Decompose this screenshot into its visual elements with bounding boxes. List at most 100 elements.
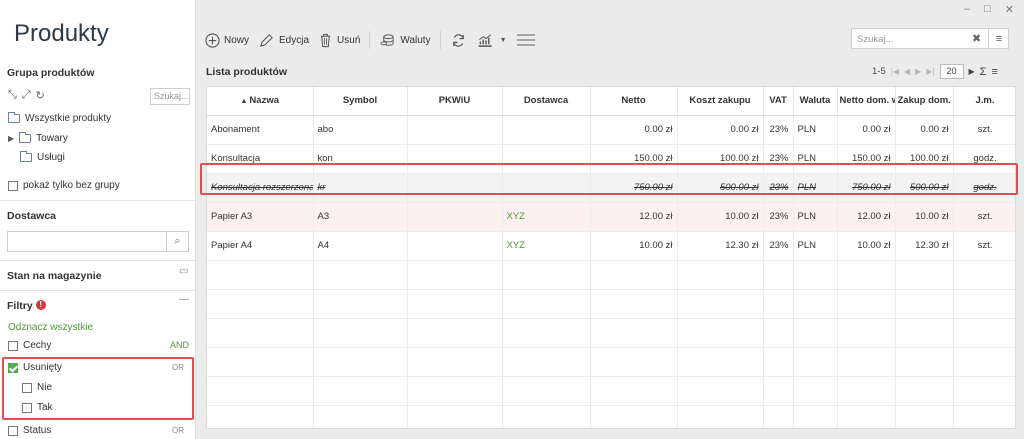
filter-status[interactable]: Status [8, 425, 51, 436]
supplier-input[interactable]: ⌕ [7, 231, 189, 252]
column-header-symbol[interactable]: Symbol [313, 87, 408, 116]
column-header-name[interactable]: ▲ Nazwa [207, 87, 314, 116]
column-header-supplier[interactable]: Dostawca [502, 87, 591, 116]
cell-net: 12.00 zł [590, 202, 678, 232]
search-input[interactable]: Szukaj... ✖ ≡ [851, 28, 1009, 49]
column-header-unit[interactable]: J.m. [953, 87, 1015, 116]
minimize-icon[interactable]: – [964, 3, 970, 16]
filter-checkbox[interactable] [8, 340, 18, 351]
sum-icon[interactable]: Σ [980, 66, 987, 78]
column-header-net-dom[interactable]: Netto dom. w [837, 87, 896, 116]
trash-icon [320, 33, 331, 48]
maximize-icon[interactable]: □ [984, 3, 991, 16]
filter-op[interactable]: OR [172, 363, 184, 372]
first-page-icon[interactable]: |◀ [891, 67, 899, 76]
filter-checkbox[interactable] [22, 382, 32, 393]
prev-page-icon[interactable]: ◀ [904, 67, 910, 76]
columns-menu-icon[interactable]: ≡ [991, 66, 997, 78]
ungrouped-checkbox[interactable] [8, 180, 18, 191]
tree-item-services[interactable]: Usługi [20, 151, 65, 163]
cell-unit: szt. [953, 231, 1015, 261]
filter-usuniety[interactable]: Usunięty [8, 362, 62, 373]
table-row[interactable]: Papier A4 A4 XYZ 10.00 zł 12.30 zł 23% P… [207, 231, 1015, 261]
tree-item-all[interactable]: Wszystkie produkty [8, 112, 111, 124]
cell-net-dom: 0.00 zł [837, 115, 896, 145]
column-header-cost-dom[interactable]: Zakup dom. w [895, 87, 954, 116]
ungrouped-checkbox-row[interactable]: pokaż tylko bez grupy [8, 180, 120, 191]
filter-tak[interactable]: Tak [22, 402, 53, 413]
cell-vat: 23% [763, 144, 794, 174]
hamburger-icon [516, 34, 535, 46]
panel-icon[interactable]: ▭ [179, 266, 188, 277]
filter-checkbox[interactable] [8, 425, 18, 436]
empty-row [207, 347, 1015, 377]
tree-item-label: Towary [36, 133, 68, 144]
column-header-net[interactable]: Netto [590, 87, 678, 116]
next-icon[interactable]: ▶ [969, 67, 975, 76]
cell-name: Konsultacja [207, 144, 314, 174]
filter-op[interactable]: AND [170, 340, 189, 350]
refresh-button[interactable] [450, 33, 467, 48]
collapse-all-icon[interactable]: ⤢ [22, 89, 31, 102]
cell-symbol: abo [313, 115, 408, 145]
chart-button[interactable]: ▼ [476, 33, 507, 48]
caret-right-icon[interactable]: ▶ [8, 134, 14, 143]
column-header-currency[interactable]: Waluta [793, 87, 838, 116]
tree-item-goods[interactable]: ▶ Towary [8, 132, 68, 144]
uncheck-all-link[interactable]: Odznacz wszystkie [8, 322, 93, 333]
filter-op[interactable]: OR [172, 426, 184, 435]
cell-pkwiu [407, 202, 503, 232]
cell-cost-dom: 10.00 zł [895, 202, 954, 232]
menu-button[interactable] [516, 33, 536, 47]
cell-net-dom: 10.00 zł [837, 231, 896, 261]
currencies-button[interactable]: Waluty [379, 33, 431, 48]
refresh-icon[interactable]: ↻ [36, 89, 45, 102]
filter-checkbox[interactable] [22, 402, 32, 413]
cell-cost-dom: 100.00 zł [895, 144, 954, 174]
currencies-label: Waluty [400, 34, 431, 46]
tree-item-label: Usługi [37, 152, 65, 163]
folder-icon [20, 151, 32, 162]
collapse-icon[interactable]: — [179, 294, 189, 305]
cell-cost: 500.00 zł [677, 173, 764, 203]
expand-all-icon[interactable]: ⤡ [8, 89, 17, 102]
clear-icon[interactable]: ✖ [972, 32, 981, 45]
dropdown-caret-icon[interactable]: ▼ [500, 37, 507, 44]
cell-supplier: XYZ [502, 202, 591, 232]
cell-symbol: A3 [313, 202, 408, 232]
search-menu-icon[interactable]: ≡ [988, 29, 1009, 48]
close-icon[interactable]: ✕ [1005, 3, 1014, 16]
empty-row [207, 260, 1015, 290]
cell-name: Papier A4 [207, 231, 314, 261]
table-row-deleted[interactable]: Konsultacja rozszerzona kr 750.00 zł 500… [207, 173, 1015, 203]
edit-label: Edycja [279, 34, 310, 46]
toolbar-separator [439, 31, 441, 49]
cell-currency: PLN [793, 231, 838, 261]
filter-nie[interactable]: Nie [22, 382, 52, 393]
chart-icon [478, 34, 492, 47]
new-button[interactable]: Nowy [205, 32, 249, 48]
sidebar: Produkty Grupa produktów ⤡ ⤢ ↻ Szukaj...… [0, 0, 196, 439]
filter-cechy[interactable]: Cechy [8, 340, 51, 351]
tree-search-input[interactable]: Szukaj... [150, 88, 190, 105]
cell-cost-dom: 500.00 zł [895, 173, 954, 203]
delete-button[interactable]: Usuń [318, 32, 360, 48]
filter-checkbox-checked[interactable] [8, 362, 18, 373]
window-controls: – □ ✕ [964, 3, 1014, 16]
next-page-icon[interactable]: ▶ [915, 67, 921, 76]
column-header-vat[interactable]: VAT [763, 87, 794, 116]
pager: 1-5 |◀ ◀ ▶ ▶| 20 ▶ Σ ≡ [872, 64, 998, 79]
table-row[interactable]: Konsultacja kon 150.00 zł 100.00 zł 23% … [207, 144, 1015, 174]
toolbar: Nowy Edycja Usuń Waluty ▼ [205, 27, 536, 53]
filter-label: Tak [37, 402, 53, 413]
search-icon[interactable]: ⌕ [166, 232, 188, 251]
column-header-cost[interactable]: Koszt zakupu [677, 87, 764, 116]
table-row[interactable]: Papier A3 A3 XYZ 12.00 zł 10.00 zł 23% P… [207, 202, 1015, 232]
column-header-pkwiu[interactable]: PKWiU [407, 87, 503, 116]
edit-button[interactable]: Edycja [258, 33, 309, 48]
table-row[interactable]: Abonament abo 0.00 zł 0.00 zł 23% PLN 0.… [207, 115, 1015, 145]
page-size-input[interactable]: 20 [939, 64, 964, 79]
toolbar-separator [369, 31, 371, 49]
cell-supplier: XYZ [502, 231, 591, 261]
last-page-icon[interactable]: ▶| [926, 67, 934, 76]
